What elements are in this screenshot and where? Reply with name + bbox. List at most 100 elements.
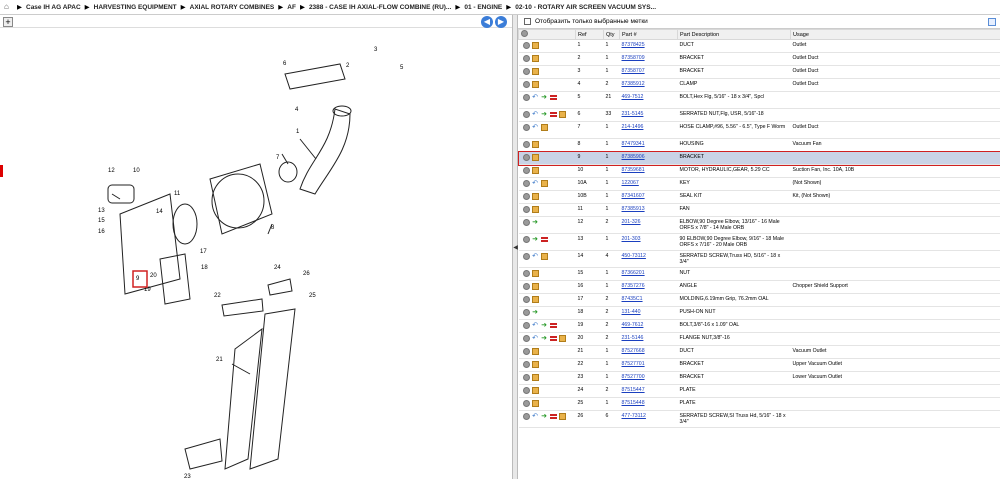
search-icon[interactable] [522, 154, 530, 161]
breadcrumb-item[interactable]: 02-10 - ROTARY AIR SCREEN VACUUM SYS... [515, 4, 656, 11]
green-arrow-icon[interactable]: ➜ [541, 322, 548, 329]
part-box-icon[interactable] [531, 141, 539, 148]
part-number-link[interactable]: 87435C1 [619, 293, 678, 307]
part-number-link[interactable]: 87479341 [619, 138, 678, 152]
label-3[interactable]: 3 [374, 47, 378, 53]
part-box-icon[interactable] [531, 55, 539, 62]
table-row[interactable]: 16 1 87357276 ANGLE Chopper Shield Support [518, 280, 1000, 294]
label-26[interactable]: 26 [303, 271, 310, 277]
part-box-icon[interactable] [531, 283, 539, 290]
green-arrow-icon[interactable]: ➜ [541, 111, 548, 118]
column-header-description[interactable]: Part Description [677, 29, 791, 40]
search-icon[interactable] [522, 111, 530, 118]
part-number-link[interactable]: 87366201 [622, 270, 645, 276]
search-icon[interactable] [522, 413, 530, 420]
part-number-link[interactable]: 87527700 [622, 374, 645, 380]
label-5[interactable]: 5 [400, 65, 404, 71]
part-number-link[interactable]: 87358707 [622, 68, 645, 74]
return-arrow-icon[interactable]: ↶ [532, 124, 539, 131]
standard-hardware-icon[interactable] [549, 335, 557, 342]
part-box-icon[interactable] [531, 167, 539, 174]
table-row[interactable]: 15 1 87366201 NUT [518, 267, 1000, 281]
table-row[interactable]: ↶ ➜ 26 6 477-73112 SERRATED SCREW,SI Truss Hd… [518, 410, 1000, 428]
home-icon[interactable]: ⌂ [4, 3, 13, 11]
part-number-link[interactable]: 87527668 [619, 345, 678, 359]
part-number-link[interactable]: 87358709 [619, 52, 678, 66]
part-number-link[interactable]: 214-1496 [622, 124, 644, 130]
return-arrow-icon[interactable]: ↶ [532, 322, 539, 329]
part-number-link[interactable]: 87341607 [619, 190, 678, 204]
search-icon[interactable] [522, 68, 530, 75]
part-number-link[interactable]: 87359681 [622, 167, 645, 173]
table-row[interactable]: 23 1 87527700 BRACKET Lower Vacuum Outlet [518, 371, 1000, 385]
table-row[interactable]: ➜ 13 1 201-303 90 ELBOW,90 Degree Elbow, 9/1… [518, 233, 1000, 251]
search-icon[interactable] [522, 236, 530, 243]
part-box-icon[interactable] [558, 335, 566, 342]
part-number-link[interactable]: 469-7512 [619, 91, 678, 109]
part-number-link[interactable]: 87357276 [622, 283, 645, 289]
part-box-icon[interactable] [558, 413, 566, 420]
label-13[interactable]: 13 [98, 208, 105, 214]
table-row[interactable]: 17 2 87435C1 MOLDING,6.19mm Grip, 76.2mm OA… [518, 293, 1000, 307]
part-number-link[interactable]: 469-7512 [622, 94, 644, 100]
part-number-link[interactable]: 231-5146 [619, 332, 678, 346]
search-icon[interactable] [522, 270, 530, 277]
part-number-link[interactable]: 469-7612 [622, 322, 644, 328]
search-icon[interactable] [522, 167, 530, 174]
table-row[interactable]: 11 1 87385913 FAN [518, 203, 1000, 217]
label-17[interactable]: 17 [200, 249, 207, 255]
previous-page-button[interactable]: ◀ [481, 16, 493, 28]
label-8[interactable]: 8 [271, 225, 275, 231]
search-icon[interactable] [522, 124, 530, 131]
part-box-icon[interactable] [531, 193, 539, 200]
table-row[interactable]: ↶ 10A 1 122067 KEY (Not Shown) [518, 177, 1000, 191]
column-header-actions[interactable] [518, 29, 576, 40]
label-11[interactable]: 11 [174, 191, 181, 197]
green-arrow-icon[interactable]: ➜ [532, 236, 539, 243]
part-number-link[interactable]: 87515447 [622, 387, 645, 393]
search-icon[interactable] [522, 309, 530, 316]
column-header-usage[interactable]: Usage [790, 29, 1000, 40]
part-number-link[interactable]: 201-326 [619, 216, 678, 234]
label-10[interactable]: 10 [133, 168, 140, 174]
search-icon[interactable] [522, 180, 530, 187]
exploded-parts-diagram[interactable]: 1 2 3 4 5 6 7 8 9 10 11 12 13 14 15 16 1… [0, 29, 512, 479]
search-icon[interactable] [522, 348, 530, 355]
table-row[interactable]: ↶ ➜ 20 2 231-5146 FLANGE NUT,3/8"-16 [518, 332, 1000, 346]
label-16[interactable]: 16 [98, 229, 105, 235]
part-number-link[interactable]: 87358707 [619, 65, 678, 79]
column-header-part-number[interactable]: Part # [619, 29, 678, 40]
part-number-link[interactable]: 87378425 [619, 39, 678, 53]
part-number-link[interactable]: 87385913 [622, 206, 645, 212]
column-header-ref[interactable]: Ref [575, 29, 604, 40]
part-number-link[interactable]: 87341607 [622, 193, 645, 199]
search-icon[interactable] [522, 193, 530, 200]
table-row[interactable]: 9 1 87385906 BRACKET [517, 150, 1000, 166]
table-row[interactable]: 1 1 87378425 DUCT Outlet [518, 39, 1000, 53]
table-row[interactable]: 4 2 87385912 CLAMP Outlet Duct [518, 78, 1000, 92]
table-row[interactable]: ➜ 18 2 131-440 PUSH-ON NUT [518, 306, 1000, 320]
search-icon[interactable] [522, 322, 530, 329]
standard-hardware-icon[interactable] [540, 236, 548, 243]
column-header-qty[interactable]: Qty [603, 29, 620, 40]
label-24[interactable]: 24 [274, 265, 281, 271]
part-box-icon[interactable] [531, 361, 539, 368]
table-row[interactable]: 10 1 87359681 MOTOR, HYDRAULIC,GEAR, 5.29 C… [518, 164, 1000, 178]
table-row[interactable]: ↶ ➜ 19 2 469-7612 BOLT,3/8"-16 x 1.09" OAL [518, 319, 1000, 333]
part-number-link[interactable]: 122067 [619, 177, 678, 191]
standard-hardware-icon[interactable] [549, 94, 557, 101]
label-9[interactable]: 9 [136, 276, 140, 282]
show-selected-only-checkbox[interactable] [524, 18, 531, 25]
search-icon[interactable] [522, 374, 530, 381]
table-row[interactable]: ↶ ➜ 6 33 231-5145 SERRATED NUT,Flg, USR, 5/16… [518, 108, 1000, 122]
search-icon[interactable] [522, 219, 530, 226]
part-box-icon[interactable] [540, 253, 548, 260]
return-arrow-icon[interactable]: ↶ [532, 94, 539, 101]
table-row[interactable]: ➜ 12 2 201-326 ELBOW,90 Degree Elbow, 13/16"… [518, 216, 1000, 234]
table-row[interactable]: 2 1 87358709 BRACKET Outlet Duct [518, 52, 1000, 66]
part-box-icon[interactable] [531, 206, 539, 213]
part-number-link[interactable]: 231-5145 [622, 111, 644, 117]
search-icon[interactable] [522, 361, 530, 368]
search-icon[interactable] [522, 335, 530, 342]
part-number-link[interactable]: 87385906 [619, 151, 678, 165]
